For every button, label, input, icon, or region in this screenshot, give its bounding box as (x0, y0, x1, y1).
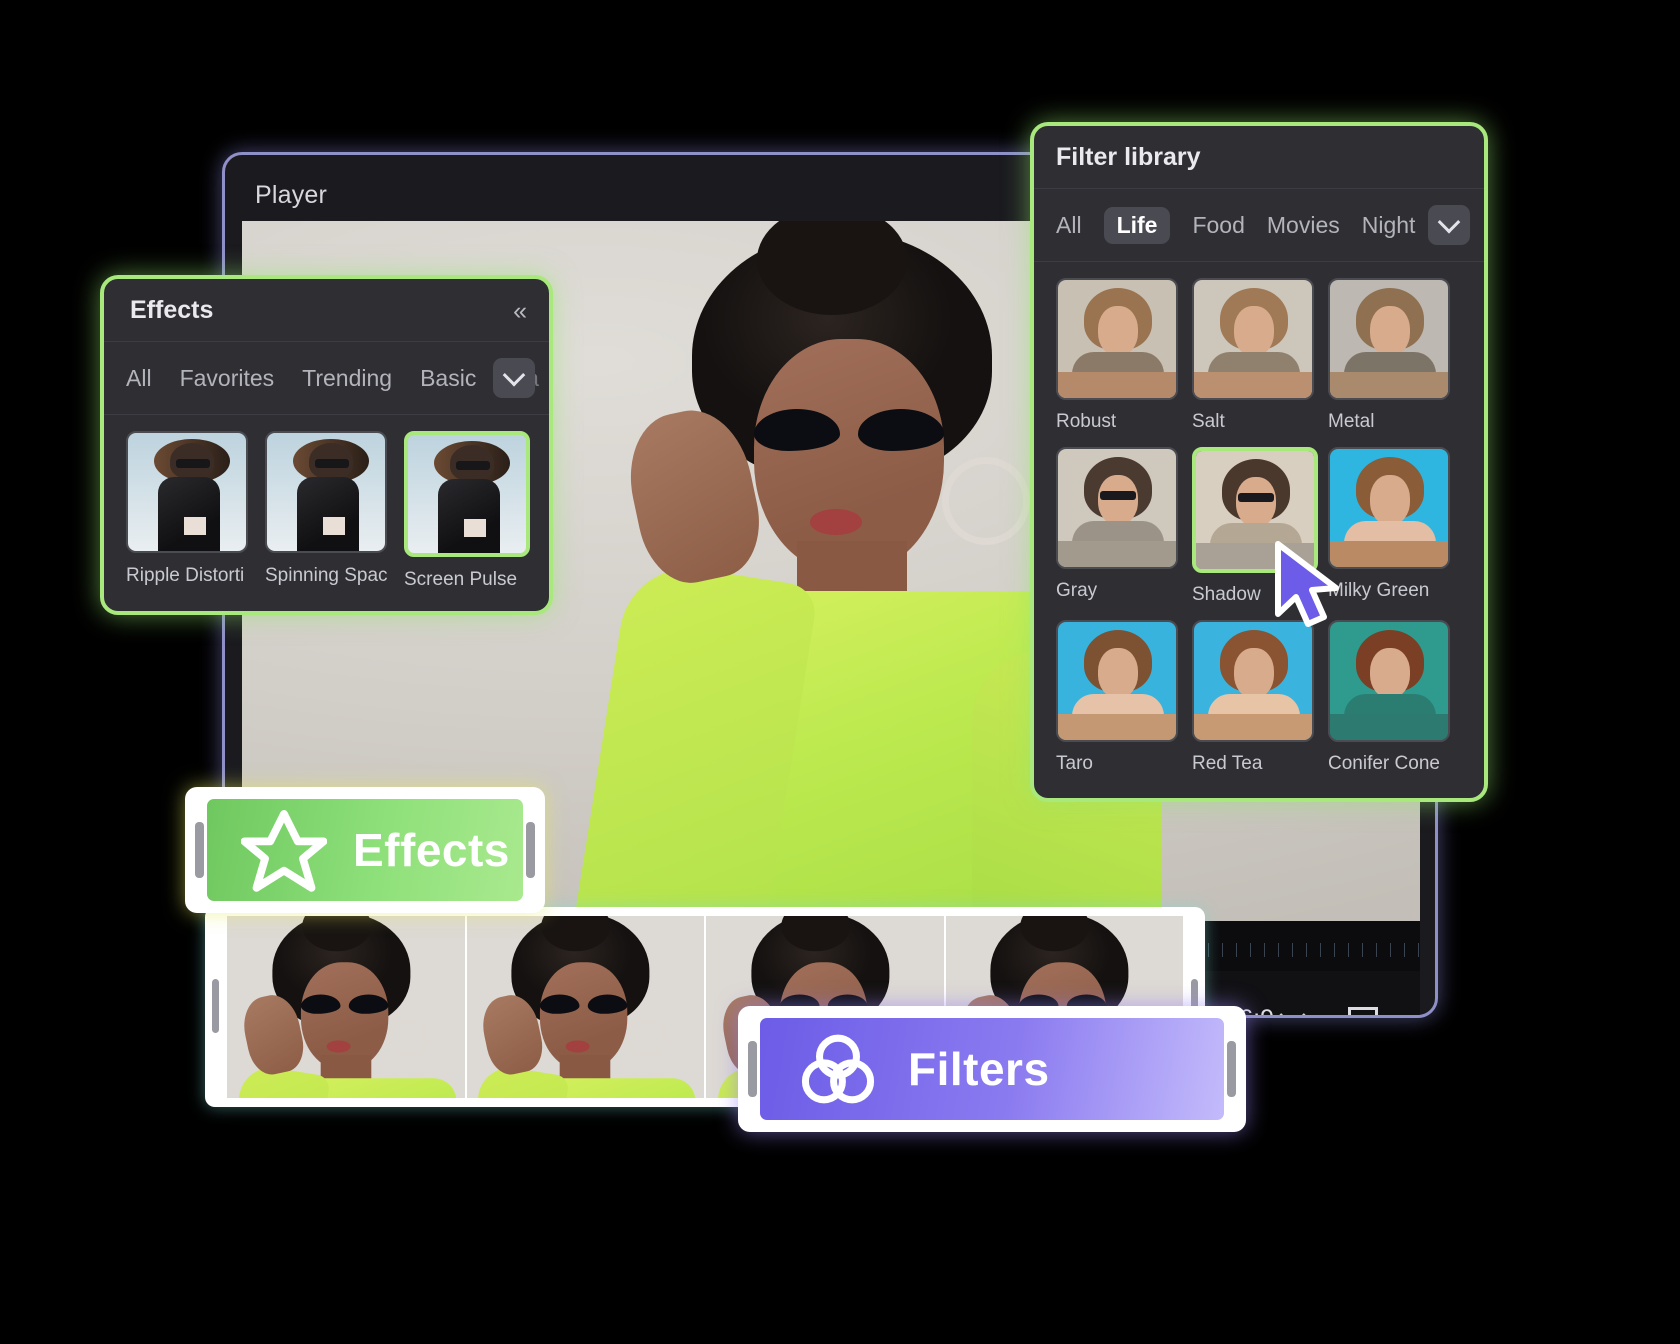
clip-frame (466, 916, 704, 1098)
filter-item[interactable]: Milky Green (1328, 447, 1450, 606)
effect-thumbnail-selected[interactable] (404, 431, 530, 557)
tab-filter-life[interactable]: Life (1103, 206, 1171, 244)
three-circles-icon (801, 1034, 875, 1104)
chevron-down-icon (502, 363, 526, 387)
filter-thumbnail[interactable] (1056, 447, 1178, 569)
filter-thumbnail[interactable] (1328, 447, 1450, 569)
filter-thumbnail[interactable] (1192, 620, 1314, 742)
player-title: Player (255, 181, 328, 209)
tab-filter-movies[interactable]: Movies (1267, 212, 1340, 239)
filter-thumbnail[interactable] (1056, 278, 1178, 400)
effects-panel-header: Effects « (104, 279, 549, 342)
effects-panel: Effects « All Favorites Trending Basic S… (100, 275, 553, 615)
filter-item[interactable]: Red Tea (1192, 620, 1314, 775)
filter-item[interactable]: Salt (1192, 278, 1314, 433)
effects-tab-bar: All Favorites Trending Basic Sta (104, 342, 549, 415)
drag-handle-left[interactable] (195, 822, 204, 878)
clip-frame (227, 916, 465, 1098)
filter-library-panel: Filter library All Life Food Movies Nigh… (1030, 122, 1488, 802)
tab-effects-all[interactable]: All (126, 365, 152, 392)
filter-thumbnail[interactable] (1328, 278, 1450, 400)
filter-item[interactable]: Robust (1056, 278, 1178, 433)
filter-item[interactable]: Metal (1328, 278, 1450, 433)
filter-tab-bar: All Life Food Movies Night Sc (1034, 189, 1484, 262)
effect-label: Screen Pulse (404, 569, 518, 590)
tab-filter-all[interactable]: All (1056, 212, 1082, 239)
tab-filter-night[interactable]: Night (1362, 212, 1416, 239)
feature-button-effects[interactable]: Effects (185, 787, 545, 913)
effect-label: Ripple Distorti (126, 565, 245, 586)
filter-tabs-more-button[interactable] (1428, 205, 1470, 245)
drag-handle-right[interactable] (526, 822, 535, 878)
filter-panel-title: Filter library (1056, 143, 1201, 171)
effect-label: Spinning Spac (265, 565, 387, 586)
filter-thumbnail[interactable] (1192, 278, 1314, 400)
clip-handle-left[interactable] (212, 979, 219, 1033)
filter-label: Conifer Cone (1328, 753, 1440, 774)
effects-tabs-more-button[interactable] (493, 358, 535, 398)
filter-label: Gray (1056, 580, 1098, 601)
chevron-down-icon (1279, 1001, 1306, 1015)
screenshot-root: Player 8 16:9 (0, 0, 1680, 1344)
filter-label: Salt (1192, 411, 1225, 432)
filter-thumbnail[interactable] (1056, 620, 1178, 742)
double-chevron-left-icon[interactable]: « (513, 299, 527, 324)
feature-button-filters[interactable]: Filters (738, 1006, 1246, 1132)
tab-effects-trending[interactable]: Trending (302, 365, 392, 392)
filter-label: Robust (1056, 411, 1117, 432)
effects-panel-title: Effects (130, 296, 214, 324)
effect-item[interactable]: Ripple Distorti (126, 431, 248, 591)
mouse-pointer-icon (1275, 541, 1339, 627)
effect-item[interactable]: Screen Pulse (404, 431, 530, 591)
filter-item[interactable]: Taro (1056, 620, 1178, 775)
chevron-down-icon (1437, 210, 1461, 234)
effects-grid: Ripple Distorti Spinning Spac Screen Pul… (104, 415, 549, 591)
effect-item[interactable]: Spinning Spac (265, 431, 387, 591)
fullscreen-icon[interactable] (1348, 1007, 1378, 1015)
feature-button-label: Filters (908, 1043, 1050, 1095)
tab-effects-favorites[interactable]: Favorites (180, 365, 275, 392)
filter-item[interactable]: Conifer Cone (1328, 620, 1450, 775)
filter-grid: Robust Salt Metal Gray Shadow Milky Green Taro… (1034, 262, 1484, 775)
drag-handle-right[interactable] (1227, 1041, 1236, 1097)
tab-effects-basic[interactable]: Basic (420, 365, 476, 392)
filter-item[interactable]: Gray (1056, 447, 1178, 606)
effect-thumbnail[interactable] (265, 431, 387, 553)
star-icon (241, 810, 327, 892)
drag-handle-left[interactable] (748, 1041, 757, 1097)
filter-panel-header: Filter library (1034, 126, 1484, 189)
filter-label: Taro (1056, 753, 1093, 774)
effect-thumbnail[interactable] (126, 431, 248, 553)
filter-label: Metal (1328, 411, 1375, 432)
filter-thumbnail[interactable] (1328, 620, 1450, 742)
tab-filter-food[interactable]: Food (1192, 212, 1244, 239)
feature-button-label: Effects (353, 824, 510, 876)
filter-label: Red Tea (1192, 753, 1263, 774)
filter-label: Milky Green (1328, 580, 1430, 601)
